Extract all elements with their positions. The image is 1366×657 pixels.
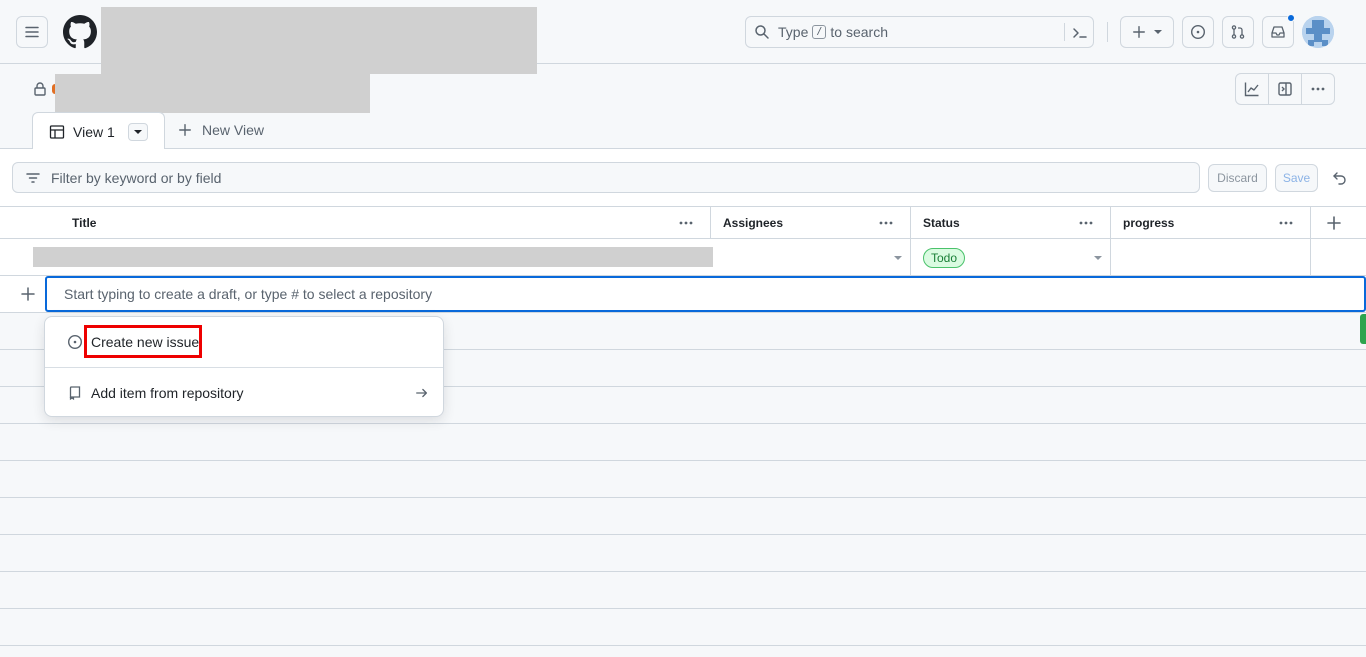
search-key-hint: / — [812, 25, 827, 39]
view-options-dropdown[interactable] — [128, 123, 148, 141]
plus-icon — [179, 124, 191, 136]
table-icon — [49, 124, 65, 140]
column-assignees-label: Assignees — [723, 216, 784, 230]
github-logo[interactable] — [63, 15, 97, 49]
status-badge: Todo — [923, 248, 966, 268]
column-menu-icon[interactable] — [1278, 218, 1294, 228]
redacted-item-title — [33, 247, 713, 267]
plus-icon — [1327, 216, 1341, 230]
column-menu-icon[interactable] — [1078, 218, 1094, 228]
column-header-progress[interactable]: progress — [1111, 207, 1311, 239]
column-header-title[interactable]: Title — [60, 207, 711, 239]
menu-item-label: Add item from repository — [91, 385, 244, 401]
inbox-icon — [1271, 26, 1285, 38]
add-item-placeholder: Start typing to create a draft, or type … — [64, 286, 433, 302]
filter-icon — [25, 170, 41, 186]
lock-icon — [32, 81, 48, 97]
search-input[interactable]: Type / to search — [745, 16, 1094, 48]
empty-row — [0, 424, 1366, 461]
header-divider — [1107, 22, 1108, 42]
user-avatar[interactable] — [1302, 16, 1334, 48]
avatar-image-icon — [1302, 16, 1334, 48]
undo-icon[interactable] — [1332, 170, 1348, 186]
hamburger-menu-button[interactable] — [16, 16, 48, 48]
column-header-assignees[interactable]: Assignees — [711, 207, 911, 239]
more-options-button[interactable] — [1302, 74, 1334, 104]
add-field-button[interactable] — [1326, 215, 1342, 231]
status-cell[interactable]: Todo — [911, 239, 1111, 275]
side-panel-button[interactable] — [1269, 74, 1302, 104]
empty-row — [0, 572, 1366, 609]
add-item-plus-icon[interactable] — [20, 286, 36, 302]
column-progress-label: progress — [1123, 216, 1175, 230]
filter-input[interactable]: Filter by keyword or by field — [12, 162, 1200, 193]
add-item-input[interactable]: Start typing to create a draft, or type … — [45, 276, 1366, 312]
discard-button[interactable]: Discard — [1208, 164, 1267, 192]
filter-placeholder: Filter by keyword or by field — [51, 169, 222, 186]
empty-row — [0, 609, 1366, 646]
table-row[interactable]: Todo — [0, 239, 1366, 276]
column-header-status[interactable]: Status — [911, 207, 1111, 239]
progress-cell[interactable] — [1111, 239, 1311, 275]
command-palette-icon[interactable] — [1072, 25, 1088, 41]
repo-icon — [67, 385, 83, 401]
empty-row — [0, 461, 1366, 498]
create-new-button[interactable] — [1120, 16, 1174, 48]
plus-icon — [1133, 26, 1145, 38]
caret-down-icon — [894, 256, 902, 260]
project-actions — [1235, 73, 1335, 105]
sidebar-expand-icon — [1278, 82, 1292, 96]
column-status-label: Status — [923, 216, 960, 230]
scroll-indicator — [1360, 314, 1366, 344]
kebab-horizontal-icon — [1311, 87, 1325, 91]
git-pull-request-icon — [1231, 25, 1245, 39]
save-button[interactable]: Save — [1275, 164, 1318, 192]
insights-button[interactable] — [1236, 74, 1269, 104]
github-mark-icon — [63, 15, 97, 49]
tab-view-1[interactable]: View 1 — [32, 112, 165, 150]
highlight-box — [84, 325, 202, 358]
search-prefix: Type — [778, 24, 809, 40]
issues-button[interactable] — [1182, 16, 1214, 48]
hamburger-icon — [25, 26, 39, 38]
tab-label: View 1 — [73, 123, 115, 140]
empty-row — [0, 498, 1366, 535]
search-icon — [754, 24, 770, 40]
arrow-right-icon — [415, 386, 429, 400]
empty-row — [0, 535, 1366, 572]
triangle-down-icon — [1154, 30, 1162, 34]
column-menu-icon[interactable] — [678, 218, 694, 228]
table-header: Title Assignees Status progress — [0, 206, 1366, 239]
pull-requests-button[interactable] — [1222, 16, 1254, 48]
search-divider — [1064, 23, 1065, 41]
new-view-button[interactable]: New View — [178, 122, 264, 138]
issue-opened-icon — [67, 334, 83, 350]
triangle-down-icon — [134, 130, 142, 134]
graph-icon — [1244, 82, 1259, 97]
assignees-cell[interactable] — [711, 239, 911, 275]
search-placeholder: Type / to search — [778, 24, 888, 40]
new-view-label: New View — [202, 122, 264, 138]
column-title-label: Title — [72, 216, 97, 230]
caret-down-icon — [1094, 256, 1102, 260]
menu-item-add-from-repository[interactable]: Add item from repository — [45, 368, 443, 418]
search-suffix: to search — [830, 24, 888, 40]
redacted-project-title — [55, 74, 370, 113]
column-menu-icon[interactable] — [878, 218, 894, 228]
notification-dot — [1287, 14, 1295, 22]
issue-opened-icon — [1190, 24, 1206, 40]
